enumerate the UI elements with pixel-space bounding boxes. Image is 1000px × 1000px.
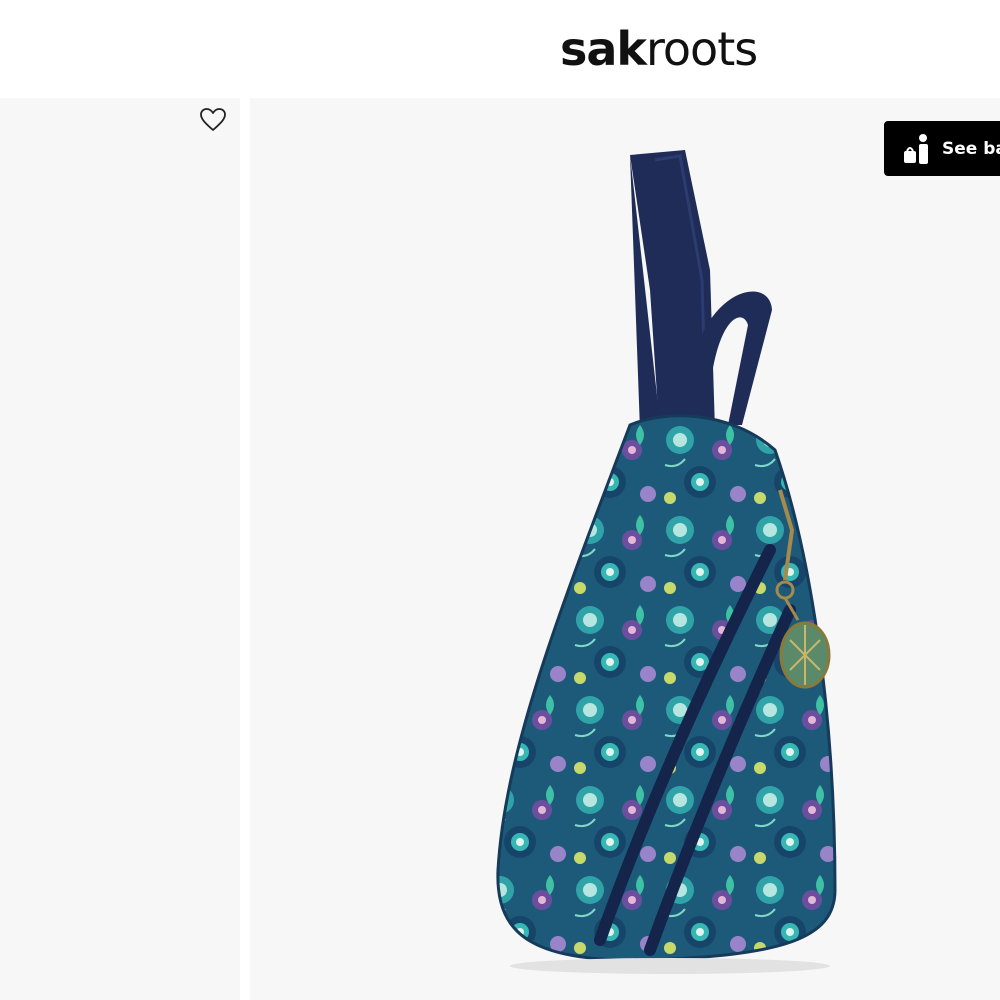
site-header: sakroots [0,0,1000,98]
panel-divider [240,98,250,1000]
logo-bold-text: sak [560,22,647,76]
heart-outline-icon[interactable] [199,107,227,133]
brand-logo[interactable]: sakroots [560,14,758,84]
thumbnail-panel [0,98,240,1000]
product-image [496,150,837,974]
see-bag-size-button[interactable]: See ba [884,121,1000,176]
see-bag-size-label: See ba [942,138,1000,159]
logo-light-text: roots [646,22,758,76]
person-with-bag-icon [904,133,928,164]
